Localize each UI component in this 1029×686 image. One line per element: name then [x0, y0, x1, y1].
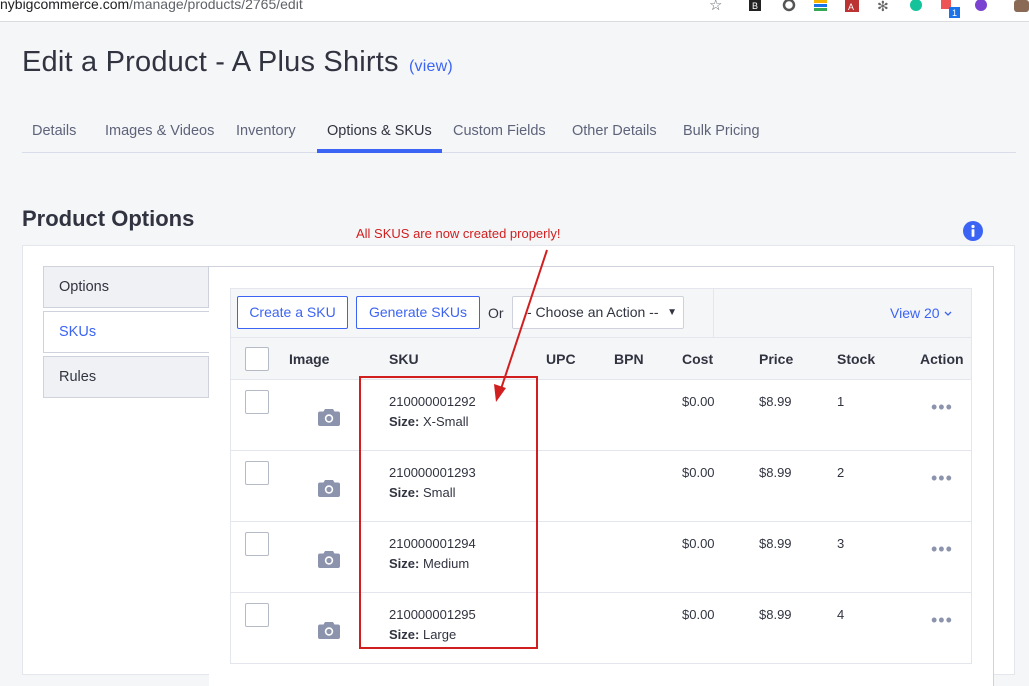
column-header-bpn: BPN — [614, 351, 644, 367]
row-actions-menu-icon[interactable]: ••• — [931, 611, 953, 629]
camera-icon[interactable] — [318, 621, 340, 639]
sku-table: Image SKU UPC BPN Cost Price Stock Actio… — [230, 337, 972, 664]
column-header-price: Price — [759, 351, 794, 367]
url-host: nybigcommerce.com — [0, 0, 130, 12]
row-checkbox[interactable] — [245, 390, 269, 414]
tab-options-skus[interactable]: Options & SKUs — [317, 112, 442, 153]
row-actions-menu-icon[interactable]: ••• — [931, 540, 953, 558]
page-title-text: Edit a Product - A Plus Shirts — [22, 46, 399, 78]
toolbar-divider — [713, 289, 714, 337]
section-title: Product Options — [22, 206, 195, 231]
cost-value: $0.00 — [682, 536, 715, 551]
sidenav-item-rules[interactable]: Rules — [43, 356, 209, 398]
row-checkbox[interactable] — [245, 461, 269, 485]
tab-details[interactable]: Details — [22, 112, 86, 153]
camera-icon[interactable] — [318, 550, 340, 568]
annotation-text: All SKUS are now created properly! — [356, 226, 561, 241]
price-value: $8.99 — [759, 465, 792, 480]
info-icon[interactable] — [963, 221, 983, 241]
annotation-highlight-box — [359, 376, 538, 649]
extension-icon[interactable] — [973, 0, 989, 14]
column-header-cost: Cost — [682, 351, 714, 367]
row-actions-menu-icon[interactable]: ••• — [931, 398, 953, 416]
browser-url-bar[interactable]: nybigcommerce.com/manage/products/2765/e… — [0, 0, 1029, 22]
grammarly-icon[interactable] — [908, 0, 924, 14]
extension-badge-icon[interactable]: 1 — [940, 0, 964, 18]
view-count-label: View 20 — [890, 305, 940, 321]
create-sku-button[interactable]: Create a SKU — [237, 296, 348, 329]
tab-other-details[interactable]: Other Details — [562, 112, 667, 153]
snowflake-extension-icon[interactable]: ✻ — [877, 0, 889, 14]
column-header-sku: SKU — [389, 351, 419, 367]
cost-value: $0.00 — [682, 394, 715, 409]
svg-text:A: A — [848, 2, 854, 12]
row-actions-menu-icon[interactable]: ••• — [931, 469, 953, 487]
extension-icon[interactable]: B — [748, 0, 762, 14]
sidenav-item-options[interactable]: Options — [43, 266, 209, 308]
caret-down-icon: ▼ — [667, 307, 677, 318]
page-title: Edit a Product - A Plus Shirts (view) — [22, 46, 453, 79]
price-value: $8.99 — [759, 607, 792, 622]
table-row: 210000001292 Size: X-Small $0.00 $8.99 1… — [231, 380, 971, 451]
options-sidenav: Options SKUs Rules — [43, 266, 210, 686]
extension-icon[interactable] — [813, 0, 829, 14]
column-header-upc: UPC — [546, 351, 576, 367]
view-product-link[interactable]: (view) — [409, 58, 453, 75]
extension-badge-count: 1 — [952, 8, 957, 18]
or-label: Or — [488, 305, 504, 321]
row-checkbox[interactable] — [245, 532, 269, 556]
price-value: $8.99 — [759, 536, 792, 551]
table-row: 210000001293 Size: Small $0.00 $8.99 2 •… — [231, 451, 971, 522]
table-row: 210000001294 Size: Medium $0.00 $8.99 3 … — [231, 522, 971, 593]
tab-inventory[interactable]: Inventory — [226, 112, 306, 153]
cost-value: $0.00 — [682, 465, 715, 480]
view-count-dropdown[interactable]: View 20 — [890, 305, 953, 321]
tab-custom-fields[interactable]: Custom Fields — [443, 112, 556, 153]
column-header-image: Image — [289, 351, 330, 367]
cost-value: $0.00 — [682, 607, 715, 622]
stock-value: 1 — [837, 394, 845, 409]
price-value: $8.99 — [759, 394, 792, 409]
sku-toolbar: Create a SKU Generate SKUs Or - Choose a… — [230, 288, 972, 338]
action-select-value: - Choose an Action -- — [527, 304, 659, 320]
tab-bulk-pricing[interactable]: Bulk Pricing — [673, 112, 770, 153]
tab-images-videos[interactable]: Images & Videos — [95, 112, 224, 153]
chevron-down-icon — [944, 311, 952, 316]
camera-icon[interactable] — [318, 479, 340, 497]
url-path: /manage/products/2765/edit — [129, 0, 303, 12]
column-header-stock: Stock — [837, 351, 876, 367]
extension-icon[interactable] — [782, 0, 796, 14]
product-tabs: Details Images & Videos Inventory Option… — [22, 112, 1016, 153]
svg-text:B: B — [752, 1, 758, 11]
generate-skus-button[interactable]: Generate SKUs — [356, 296, 480, 329]
stock-value: 2 — [837, 465, 845, 480]
table-header: Image SKU UPC BPN Cost Price Stock Actio… — [231, 337, 971, 380]
pdf-extension-icon[interactable]: A — [845, 0, 859, 14]
url-text[interactable]: nybigcommerce.com/manage/products/2765/e… — [0, 0, 303, 12]
camera-icon[interactable] — [318, 408, 340, 426]
select-all-checkbox[interactable] — [245, 347, 269, 371]
row-checkbox[interactable] — [245, 603, 269, 627]
column-header-action: Action — [920, 351, 964, 367]
sidenav-item-skus[interactable]: SKUs — [43, 311, 210, 353]
bookmark-star-icon[interactable]: ☆ — [709, 0, 722, 14]
table-row: 210000001295 Size: Large $0.00 $8.99 4 •… — [231, 593, 971, 664]
stock-value: 4 — [837, 607, 845, 622]
stock-value: 3 — [837, 536, 845, 551]
action-select[interactable]: - Choose an Action -- ▼ — [512, 296, 684, 329]
profile-avatar-icon[interactable] — [1014, 0, 1029, 14]
